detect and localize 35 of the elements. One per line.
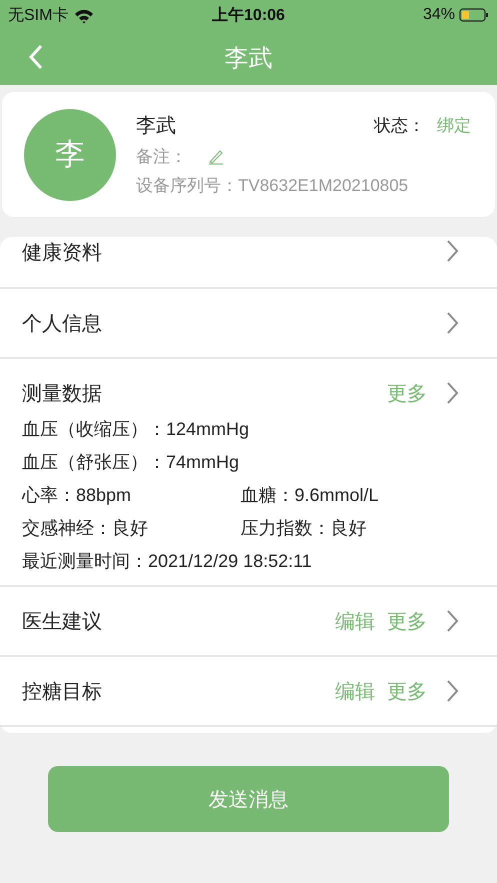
carrier-text: 无SIM卡 [8,6,68,26]
page-title: 李武 [224,44,272,74]
battery-icon [458,8,489,22]
pencil-icon[interactable] [207,148,225,165]
measurement-text: 交感神经：良好 [22,517,149,540]
more-link[interactable]: 更多 [387,678,427,704]
section-title: 个人信息 [22,312,103,336]
measurement-text: 血压（收缩压）：124mmHg [22,418,250,441]
section-title: 控糖目标 [22,680,103,704]
edit-link[interactable]: 编辑 [335,608,375,634]
chevron-right-icon[interactable] [445,239,459,263]
send-message-button[interactable]: 发送消息 [48,766,449,832]
status-value: 绑定 [437,115,471,137]
measurement-text: 血压（舒张压）：74mmHg [22,451,240,474]
avatar: 李 [24,108,116,200]
chevron-right-icon[interactable] [445,679,459,703]
chevron-right-icon[interactable] [445,609,459,633]
chevron-right-icon[interactable] [445,311,459,335]
more-link[interactable]: 更多 [387,608,427,634]
edit-link[interactable]: 编辑 [335,678,375,704]
chevron-right-icon[interactable] [445,381,459,405]
measurement-text: 压力指数：良好 [240,517,368,540]
battery-percent: 34% [422,6,455,24]
section-title: 医生建议 [22,610,103,634]
user-name: 李武 [136,114,177,139]
measurement-text: 心率：88bpm [22,484,132,507]
more-link[interactable]: 更多 [387,380,427,406]
measurement-text: 最近测量时间：2021/12/29 18:52:11 [22,550,312,573]
section-title: 测量数据 [22,382,103,406]
status-time: 上午10:06 [212,6,285,24]
device-serial: 设备序列号：TV8632E1M20210805 [136,176,408,195]
section-title: 健康资料 [22,241,103,266]
status-label: 状态： [374,115,425,137]
note-label: 备注： [136,146,187,168]
measurement-text: 血糖：9.6mmol/L [240,484,380,507]
